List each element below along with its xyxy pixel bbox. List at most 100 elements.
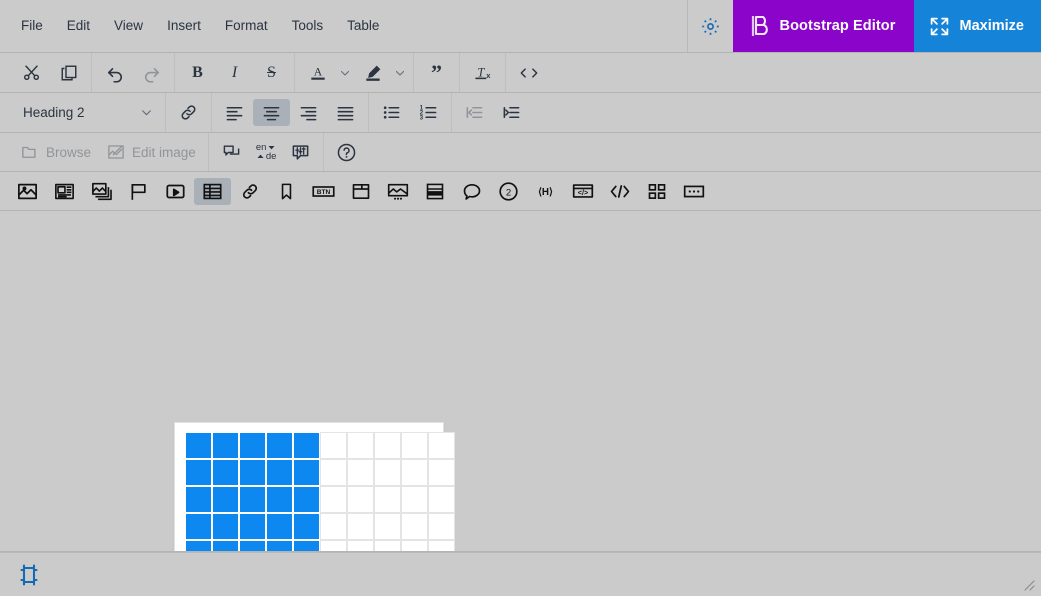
italic-button[interactable]: I [216, 59, 253, 86]
table-size-cell-2x8[interactable] [375, 460, 400, 485]
table-size-cell-2x10[interactable] [429, 460, 454, 485]
table-size-cell-3x4[interactable] [267, 487, 292, 512]
table-size-cell-3x2[interactable] [213, 487, 238, 512]
table-size-cell-4x4[interactable] [267, 514, 292, 539]
table-size-cell-4x5[interactable] [294, 514, 319, 539]
align-justify-button[interactable] [327, 99, 364, 126]
table-size-cell-3x6[interactable] [321, 487, 346, 512]
bootstrap-editor-button[interactable]: Bootstrap Editor [732, 0, 914, 52]
align-right-button[interactable] [290, 99, 327, 126]
table-size-cell-5x7[interactable] [348, 541, 373, 551]
table-size-cell-5x6[interactable] [321, 541, 346, 551]
maximize-button[interactable]: Maximize [913, 0, 1041, 52]
insert-tooltip-button[interactable] [453, 178, 490, 205]
insert-banner-button[interactable] [120, 178, 157, 205]
comment-button[interactable] [213, 139, 250, 166]
more-elements-button[interactable] [675, 178, 712, 205]
table-size-cell-3x7[interactable] [348, 487, 373, 512]
insert-code-window-button[interactable]: </> [564, 178, 601, 205]
table-size-cell-5x2[interactable] [213, 541, 238, 551]
strikethrough-button[interactable]: S [253, 59, 290, 86]
table-size-cell-1x3[interactable] [240, 433, 265, 458]
table-size-cell-1x5[interactable] [294, 433, 319, 458]
insert-gallery-button[interactable] [83, 178, 120, 205]
table-size-cell-1x2[interactable] [213, 433, 238, 458]
table-size-cell-3x5[interactable] [294, 487, 319, 512]
table-size-cell-4x1[interactable] [186, 514, 211, 539]
undo-button[interactable] [96, 59, 133, 86]
insert-button-element-button[interactable]: BTN [305, 178, 342, 205]
source-code-button[interactable] [510, 59, 547, 86]
browse-button[interactable]: Browse [13, 139, 99, 166]
help-button[interactable] [328, 139, 365, 166]
table-size-cell-4x2[interactable] [213, 514, 238, 539]
menu-insert[interactable]: Insert [155, 13, 213, 39]
menu-tools[interactable]: Tools [280, 13, 336, 39]
insert-two-columns-button[interactable]: 2 [490, 178, 527, 205]
table-size-cell-4x6[interactable] [321, 514, 346, 539]
table-size-cell-5x5[interactable] [294, 541, 319, 551]
table-size-cell-2x9[interactable] [402, 460, 427, 485]
table-size-cell-1x9[interactable] [402, 433, 427, 458]
insert-video-button[interactable] [157, 178, 194, 205]
table-size-cell-1x6[interactable] [321, 433, 346, 458]
insert-table-button[interactable] [194, 177, 231, 205]
text-color-dropdown[interactable] [336, 59, 354, 86]
table-size-cell-2x5[interactable] [294, 460, 319, 485]
table-size-cell-2x6[interactable] [321, 460, 346, 485]
numbered-list-button[interactable]: 123 [410, 99, 447, 126]
table-size-cell-2x3[interactable] [240, 460, 265, 485]
insert-image-with-text-button[interactable] [46, 178, 83, 205]
insert-accordion-button[interactable] [416, 178, 453, 205]
table-size-cell-4x9[interactable] [402, 514, 427, 539]
bullet-list-button[interactable] [373, 99, 410, 126]
table-size-cell-4x3[interactable] [240, 514, 265, 539]
insert-code-button[interactable] [601, 178, 638, 205]
table-size-cell-5x4[interactable] [267, 541, 292, 551]
menu-format[interactable]: Format [213, 13, 280, 39]
table-size-picker-panel[interactable] [174, 422, 454, 551]
editor-content-area[interactable] [0, 211, 1041, 552]
table-size-cell-4x10[interactable] [429, 514, 454, 539]
highlight-color-button[interactable] [354, 59, 391, 86]
highlight-color-dropdown[interactable] [391, 59, 409, 86]
table-size-grid[interactable] [186, 433, 454, 551]
resize-grip-icon[interactable] [1022, 578, 1036, 592]
menu-file[interactable]: File [9, 13, 55, 39]
menu-edit[interactable]: Edit [55, 13, 102, 39]
copy-button[interactable] [50, 59, 87, 86]
bold-button[interactable]: B [179, 59, 216, 86]
table-size-cell-1x8[interactable] [375, 433, 400, 458]
insert-image-button[interactable] [9, 178, 46, 205]
table-size-cell-1x7[interactable] [348, 433, 373, 458]
insert-card-button[interactable] [342, 178, 379, 205]
insert-link-button-elements[interactable] [231, 178, 268, 205]
clear-formatting-button[interactable]: T x [464, 59, 501, 86]
language-swap-button[interactable]: en de [250, 139, 283, 166]
table-size-cell-4x8[interactable] [375, 514, 400, 539]
insert-blocks-button[interactable] [638, 178, 675, 205]
table-size-cell-1x4[interactable] [267, 433, 292, 458]
insert-slideshow-button[interactable] [379, 178, 416, 205]
align-left-button[interactable] [216, 99, 253, 126]
table-size-cell-3x9[interactable] [402, 487, 427, 512]
table-size-cell-5x9[interactable] [402, 541, 427, 551]
insert-html-tag-button[interactable]: ⟨H⟩ [527, 178, 564, 205]
increase-indent-button[interactable] [493, 99, 530, 126]
element-selection-icon[interactable] [18, 563, 40, 587]
insert-bookmark-button[interactable] [268, 178, 305, 205]
table-size-cell-5x3[interactable] [240, 541, 265, 551]
table-size-cell-4x7[interactable] [348, 514, 373, 539]
text-color-button[interactable]: A [299, 59, 336, 86]
settings-button[interactable] [686, 0, 733, 52]
table-size-cell-2x2[interactable] [213, 460, 238, 485]
table-size-cell-3x8[interactable] [375, 487, 400, 512]
cut-button[interactable] [13, 59, 50, 86]
table-size-cell-3x10[interactable] [429, 487, 454, 512]
paragraph-style-select[interactable]: Heading 2 [13, 99, 161, 127]
table-size-cell-3x3[interactable] [240, 487, 265, 512]
insert-link-button[interactable] [170, 99, 207, 126]
table-size-cell-5x10[interactable] [429, 541, 454, 551]
blockquote-button[interactable]: ” [418, 59, 455, 86]
table-size-cell-2x7[interactable] [348, 460, 373, 485]
